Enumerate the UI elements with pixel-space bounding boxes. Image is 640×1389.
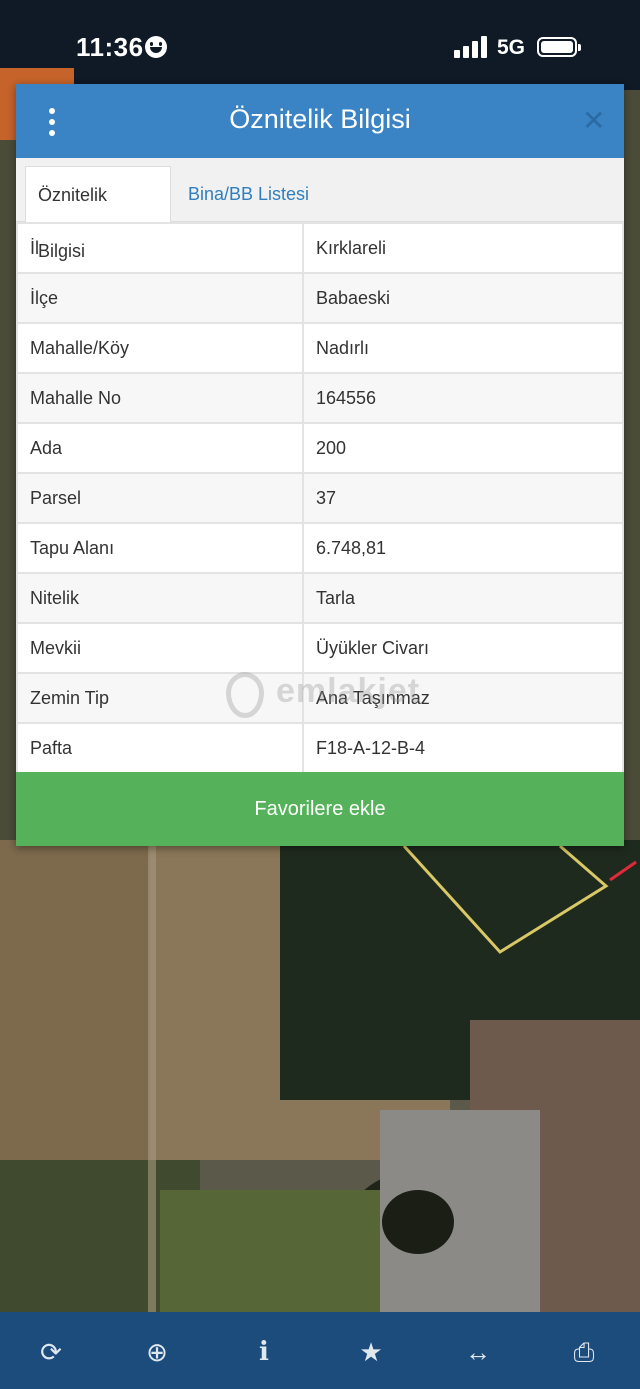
attribute-value: Kırklareli — [302, 222, 624, 274]
battery-icon — [537, 37, 581, 57]
add-favorite-button[interactable]: Favorilere ekle — [16, 772, 624, 846]
table-row: Mahalle/Köy Nadırlı — [16, 322, 624, 374]
attribute-key: Parsel — [16, 472, 304, 524]
table-row: İlçe Babaeski — [16, 272, 624, 324]
attribute-value: 37 — [302, 472, 624, 524]
locate-icon[interactable]: ⊕ — [139, 1334, 175, 1370]
attribute-key: Ada — [16, 422, 304, 474]
attribute-value: Babaeski — [302, 272, 624, 324]
attribute-value: Nadırlı — [302, 322, 624, 374]
attribute-value: F18-A-12-B-4 — [302, 722, 624, 774]
table-row: Ada 200 — [16, 422, 624, 474]
table-row: Parsel 37 — [16, 472, 624, 524]
attribute-key: Mahalle No — [16, 372, 304, 424]
table-row: Nitelik Tarla — [16, 572, 624, 624]
table-row: Mahalle No 164556 — [16, 372, 624, 424]
table-row: İl Kırklareli — [16, 222, 624, 274]
tab-bar: Öznitelik Bilgisi Bina/BB Listesi — [16, 158, 624, 261]
attribute-value: 6.748,81 — [302, 522, 624, 574]
attribute-key: Tapu Alanı — [16, 522, 304, 574]
print-icon[interactable]: ⎙ — [566, 1334, 602, 1370]
dialog-header: Öznitelik Bilgisi ✕ — [16, 84, 624, 158]
attribute-value: 200 — [302, 422, 624, 474]
attribute-key: İlçe — [16, 272, 304, 324]
attribute-key: Mevkii — [16, 622, 304, 674]
dialog-title: Öznitelik Bilgisi — [229, 104, 411, 134]
close-icon[interactable]: ✕ — [582, 107, 605, 135]
info-icon[interactable]: i — [246, 1334, 282, 1370]
table-row: Tapu Alanı 6.748,81 — [16, 522, 624, 574]
status-bar: 11:36 5G — [0, 0, 640, 90]
bottom-toolbar: ⟳ ⊕ i ★ ↔ ⎙ — [0, 1312, 640, 1389]
signal-icon — [454, 36, 488, 58]
table-row: Pafta F18-A-12-B-4 — [16, 722, 624, 774]
smiley-icon — [145, 36, 167, 58]
network-label: 5G — [497, 36, 526, 59]
attribute-value: Üyükler Civarı — [302, 622, 624, 674]
measure-icon[interactable]: ↔ — [460, 1334, 496, 1370]
star-icon[interactable]: ★ — [353, 1334, 389, 1370]
attribute-dialog: Öznitelik Bilgisi ✕ Öznitelik Bilgisi Bi… — [16, 84, 624, 846]
attribute-value: Tarla — [302, 572, 624, 624]
attribute-key: Mahalle/Köy — [16, 322, 304, 374]
table-row: Mevkii Üyükler Civarı — [16, 622, 624, 674]
status-time: 11:36 — [76, 32, 144, 62]
attribute-value: 164556 — [302, 372, 624, 424]
refresh-icon[interactable]: ⟳ — [33, 1334, 69, 1370]
attribute-key: Pafta — [16, 722, 304, 774]
attribute-key: Nitelik — [16, 572, 304, 624]
watermark-text: emlakjet — [276, 672, 421, 710]
tab-attribute-info[interactable]: Öznitelik Bilgisi — [25, 166, 171, 261]
tab-building-list[interactable]: Bina/BB Listesi — [176, 166, 321, 222]
